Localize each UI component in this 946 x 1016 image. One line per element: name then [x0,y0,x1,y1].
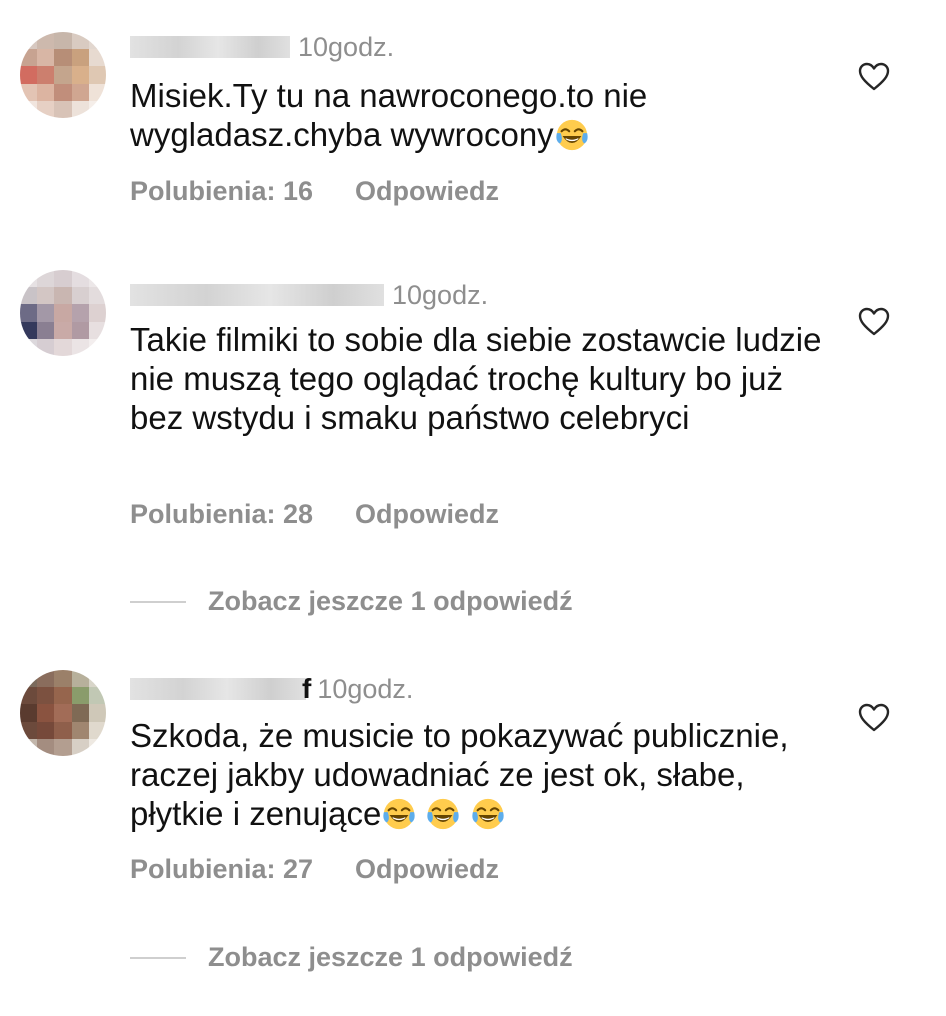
face-with-tears-of-joy-icon [382,797,416,831]
timestamp: 10godz. [317,673,414,704]
face-with-tears-of-joy-icon [471,797,505,831]
view-more-replies-label[interactable]: Zobacz jeszcze 1 odpowiedź [208,942,573,973]
comment-meta: Polubienia: 16 Odpowiedz [130,176,499,207]
comment-header: 10godz. [130,278,488,312]
likes-count[interactable]: Polubienia: 27 [130,854,313,884]
username-redacted[interactable] [130,678,306,700]
comment-text: Szkoda, że musicie to pokazywać publiczn… [130,716,830,833]
view-more-replies[interactable]: Zobacz jeszcze 1 odpowiedź [130,942,573,973]
likes-count[interactable]: Polubienia: 28 [130,499,313,529]
heart-outline-icon[interactable] [858,307,890,337]
comment-text-content: Szkoda, że musicie to pokazywać publiczn… [130,717,789,832]
comment-meta: Polubienia: 27 Odpowiedz [130,854,499,885]
username-fragment[interactable]: f [302,673,311,705]
avatar[interactable] [20,32,106,118]
username-redacted[interactable] [130,36,290,58]
timestamp: 10godz. [298,31,395,62]
likes-count[interactable]: Polubienia: 16 [130,176,313,206]
view-more-replies-label[interactable]: Zobacz jeszcze 1 odpowiedź [208,586,573,617]
avatar[interactable] [20,270,106,356]
reply-button[interactable]: Odpowiedz [355,499,499,529]
comment-meta: Polubienia: 28 Odpowiedz [130,499,499,530]
comment-header: 10godz. [130,30,394,64]
heart-outline-icon[interactable] [858,62,890,92]
comment-text: Takie filmiki to sobie dla siebie zostaw… [130,320,830,437]
comment-header: f 10godz. [130,672,413,706]
reply-button[interactable]: Odpowiedz [355,176,499,206]
reply-button[interactable]: Odpowiedz [355,854,499,884]
timestamp: 10godz. [392,279,489,310]
comment-text-content: Takie filmiki to sobie dla siebie zostaw… [130,321,822,436]
username-redacted[interactable] [130,284,384,306]
divider-line [130,600,186,603]
face-with-tears-of-joy-icon [555,118,589,152]
comment-text: Misiek.Ty tu na nawroconego.to nie wygla… [130,76,830,154]
divider-line [130,956,186,959]
view-more-replies[interactable]: Zobacz jeszcze 1 odpowiedź [130,586,573,617]
face-with-tears-of-joy-icon [426,797,460,831]
avatar[interactable] [20,670,106,756]
heart-outline-icon[interactable] [858,703,890,733]
